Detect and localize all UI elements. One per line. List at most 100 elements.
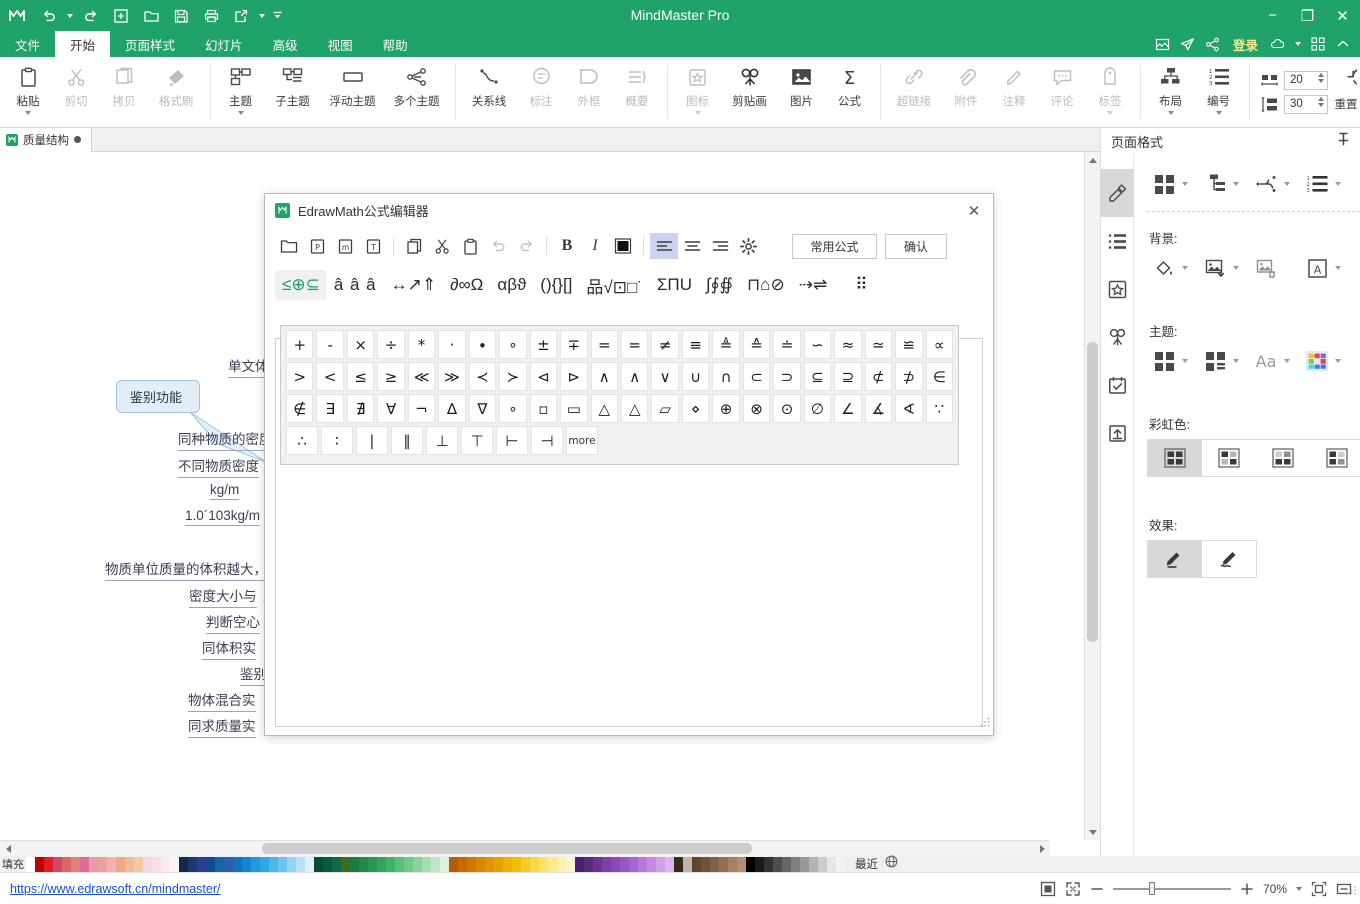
color-swatch[interactable] [89,856,98,872]
numbering-button[interactable]: 123 编号 [1195,57,1243,127]
mindmap-node[interactable]: 密度大小与 [189,585,257,608]
category-placeholder[interactable]: ⠿ [848,270,874,300]
symbol-cell[interactable]: ∝ [925,330,953,359]
color-swatch[interactable] [179,856,188,872]
symbol-cell[interactable]: ⊙ [773,394,801,423]
save-button[interactable] [166,3,196,29]
dialog-resize-grip[interactable] [980,714,990,732]
symbol-cell[interactable]: ∠ [834,394,862,423]
symbol-cell[interactable]: ▱ [651,394,679,423]
paste-button[interactable]: 粘贴 [4,57,52,127]
mindmap-node[interactable]: 同种物质的密度 [178,428,273,451]
branch-style-button[interactable] [1249,169,1300,199]
zoom-dropdown-caret-icon[interactable] [1296,886,1302,891]
watermark-caret-icon[interactable] [1335,266,1341,270]
symbol-cell[interactable]: ≻ [499,362,527,391]
symbol-cell[interactable]: ∵ [925,394,953,423]
multi-topic-button[interactable]: 多个主题 [385,57,449,127]
rainbow-option-3[interactable] [1256,440,1310,476]
menu-file[interactable]: 文件 [0,31,55,57]
category-accents[interactable]: â â â [327,270,384,300]
category-arrows[interactable]: ↔↗⇑ [384,270,444,300]
rail-icons[interactable] [1101,265,1134,313]
color-swatch[interactable] [341,856,350,872]
globe-icon[interactable] [885,855,898,873]
color-swatch[interactable] [107,856,116,872]
color-swatch[interactable] [827,856,836,872]
layout-button[interactable]: 布局 [1147,57,1195,127]
color-swatch[interactable] [656,856,665,872]
symbol-cell[interactable]: ≃ [864,330,893,359]
color-swatch[interactable] [197,856,206,872]
color-swatch[interactable] [836,856,845,872]
login-button[interactable]: 登录 [1227,35,1264,54]
color-swatch[interactable] [683,856,692,872]
align-right-button[interactable] [706,233,734,259]
symbol-cell[interactable]: ⊥ [426,426,458,455]
symbol-cell[interactable]: ∽ [803,330,832,359]
symbol-more-button[interactable]: more [566,426,598,455]
horizontal-spinner[interactable] [1318,72,1324,83]
color-swatch[interactable] [539,856,548,872]
color-swatch[interactable] [125,856,134,872]
symbol-cell[interactable]: △ [590,394,618,423]
color-swatch[interactable] [791,856,800,872]
mindmap-node[interactable]: 物质单位质量的体积越大， [105,558,267,581]
rainbow-option-4[interactable] [1310,440,1360,476]
symbol-cell[interactable]: ▭ [560,394,588,423]
color-swatch[interactable] [71,856,80,872]
symbol-cell[interactable]: ⊢ [496,426,528,455]
color-swatch[interactable] [305,856,314,872]
color-swatch[interactable] [629,856,638,872]
mindmap-callout[interactable]: 鉴别功能 [116,380,200,413]
print-button[interactable] [196,3,226,29]
symbol-cell[interactable]: ∘ [499,330,527,359]
open-button[interactable] [136,3,166,29]
color-swatch[interactable] [404,856,413,872]
pin-icon[interactable] [1337,132,1350,151]
symbol-cell[interactable]: ∢ [895,394,923,423]
vertical-spacing-input[interactable]: 30 [1284,94,1328,114]
effect-hand-drawn[interactable] [1202,541,1256,577]
color-swatch[interactable] [251,856,260,872]
menu-advanced[interactable]: 高级 [258,31,313,57]
symbol-cell[interactable]: * [407,330,436,359]
color-swatch[interactable] [368,856,377,872]
fill-color-caret-icon[interactable] [1182,266,1188,270]
color-swatch[interactable] [386,856,395,872]
mindmap-node[interactable]: 不同物质密度 [178,455,259,478]
menu-page-style[interactable]: 页面样式 [110,31,190,57]
symbol-cell[interactable]: ≙ [742,330,771,359]
symbol-cell[interactable]: ≡ [681,330,710,359]
symbol-cell[interactable]: ≜ [712,330,740,359]
vertical-scrollbar[interactable] [1084,152,1101,840]
mindmap-node[interactable]: 同求质量实 [188,715,256,738]
symbol-cell[interactable]: ∡ [864,394,893,423]
symbol-cell[interactable]: ≪ [407,362,436,391]
color-swatch[interactable] [485,856,494,872]
rail-outline[interactable] [1101,217,1134,265]
format-painter-button[interactable]: 格式刷 [148,57,204,127]
symbol-cell[interactable]: ∓ [560,330,588,359]
horizontal-scrollbar[interactable] [0,840,1050,856]
fit-page-button[interactable] [1040,881,1056,897]
color-swatch[interactable] [449,856,458,872]
symbol-cell[interactable]: ⊆ [803,362,832,391]
color-swatch[interactable] [152,856,161,872]
color-swatch[interactable] [638,856,647,872]
vertical-scroll-thumb[interactable] [1087,342,1098,642]
theme-color-caret-icon[interactable] [1335,359,1341,363]
zoom-level-label[interactable]: 70% [1263,882,1287,896]
share-icon[interactable] [1202,31,1224,57]
export-dropdown-caret-icon[interactable] [256,3,268,29]
bold-button[interactable]: B [553,233,581,259]
numbering-caret-icon[interactable] [1215,111,1222,115]
theme-style-button[interactable] [1198,346,1249,376]
color-swatch[interactable] [458,856,467,872]
color-swatch[interactable] [377,856,386,872]
category-bigops[interactable]: ΣΠU [650,270,699,300]
symbol-cell[interactable]: ▫ [529,394,558,423]
color-swatch[interactable] [233,856,242,872]
color-swatch[interactable] [674,856,683,872]
color-swatch[interactable] [647,856,656,872]
